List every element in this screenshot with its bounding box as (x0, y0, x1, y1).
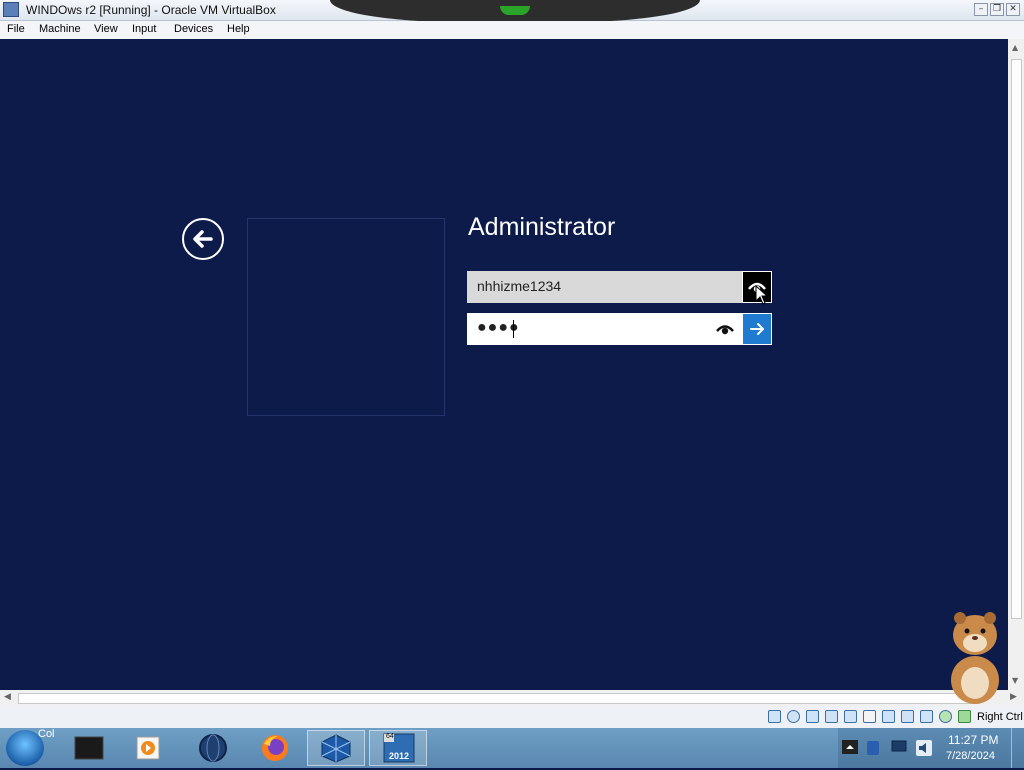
badge-64: 64 (386, 733, 394, 740)
mouse-integration-status-icon[interactable] (939, 710, 952, 723)
taskbar: Col 64 2012 11:27 PM 7/28/2024 (0, 728, 1024, 768)
scroll-left-icon[interactable]: ◀ (4, 692, 11, 702)
window-titlebar: WINDOws r2 [Running] - Oracle VM Virtual… (0, 0, 1024, 22)
menu-view[interactable]: View (94, 23, 118, 35)
display-status-icon[interactable] (882, 710, 895, 723)
horizontal-scroll-thumb[interactable] (18, 693, 980, 704)
vm-screen[interactable] (0, 39, 1008, 690)
firefox-icon (262, 735, 288, 761)
hard-disk-status-icon[interactable] (768, 710, 781, 723)
back-arrow-icon (193, 230, 213, 248)
keyboard-status-icon[interactable] (958, 710, 971, 723)
optical-drive-status-icon[interactable] (787, 710, 800, 723)
recording-status-icon[interactable] (901, 710, 914, 723)
username-field-value: nhhizme1234 (477, 278, 562, 294)
audio-status-icon[interactable] (806, 710, 819, 723)
vertical-scroll-thumb[interactable] (1011, 59, 1022, 619)
taskbar-item-firefox[interactable] (246, 730, 304, 766)
eye-icon (716, 325, 734, 335)
window-title: WINDOws r2 [Running] - Oracle VM Virtual… (26, 3, 276, 17)
hamster-sticker-image (951, 612, 999, 704)
restore-icon: ❐ (992, 4, 1002, 14)
system-tray: 11:27 PM 7/28/2024 (838, 728, 1024, 768)
status-led-icon (500, 6, 530, 15)
arrow-right-icon (750, 323, 764, 335)
horizontal-scrollbar[interactable]: ◀ ▶ (0, 690, 1024, 706)
scroll-up-icon[interactable]: ▲ (1012, 43, 1018, 52)
minimize-icon: – (978, 4, 984, 14)
badge-2012: 2012 (389, 751, 410, 761)
vm-statusbar: Right Ctrl (0, 706, 1024, 728)
back-button[interactable] (182, 218, 224, 260)
scroll-down-icon[interactable]: ▼ (1012, 676, 1018, 685)
host-key-label: Right Ctrl (977, 711, 1023, 723)
virtualbox-app-icon (3, 2, 19, 17)
menu-input[interactable]: Input (132, 23, 156, 35)
network-status-icon[interactable] (825, 710, 838, 723)
reveal-password-button[interactable] (710, 313, 740, 345)
volume-tray-icon[interactable] (914, 738, 934, 758)
taskbar-item-virtualbox[interactable] (307, 730, 365, 766)
show-desktop-button[interactable] (1011, 728, 1024, 768)
browser-globe-icon (199, 734, 227, 762)
close-button[interactable]: ✕ (1006, 3, 1020, 16)
submit-button[interactable] (742, 313, 772, 345)
minimize-button[interactable]: – (974, 3, 988, 16)
taskbar-item-globe[interactable] (184, 730, 242, 766)
media-player-icon (136, 736, 160, 760)
restore-button[interactable]: ❐ (990, 3, 1004, 16)
taskbar-item-windows-2012[interactable]: 64 2012 (369, 730, 427, 766)
terminal-icon (74, 736, 104, 760)
virtualbox-icon (321, 734, 351, 763)
taskbar-item-media-player[interactable] (120, 730, 178, 766)
usb-status-icon[interactable] (844, 710, 857, 723)
username-field[interactable]: nhhizme1234 (467, 271, 772, 303)
menu-machine[interactable]: Machine (39, 23, 81, 35)
tray-app-icon[interactable] (866, 740, 880, 756)
shared-folders-status-icon[interactable] (863, 710, 876, 723)
cpu-status-icon[interactable] (920, 710, 933, 723)
mouse-cursor-icon (755, 285, 769, 305)
start-label: Col (38, 728, 55, 740)
titlebar-notch (330, 0, 700, 22)
scroll-right-icon[interactable]: ▶ (1010, 692, 1017, 702)
vertical-scrollbar[interactable]: ▲ ▼ (1008, 39, 1024, 690)
menu-file[interactable]: File (7, 23, 25, 35)
user-avatar-placeholder (247, 218, 445, 416)
text-caret (513, 320, 514, 338)
taskbar-item-terminal[interactable] (60, 730, 118, 766)
menubar: File Machine View Input Devices Help (0, 21, 1024, 39)
network-tray-icon[interactable] (890, 738, 910, 756)
username-heading: Administrator (468, 213, 616, 241)
clock-date[interactable]: 7/28/2024 (946, 750, 995, 762)
menu-devices[interactable]: Devices (174, 23, 213, 35)
password-field[interactable]: ●●●● (467, 313, 772, 345)
clock-time[interactable]: 11:27 PM (948, 733, 998, 747)
close-icon: ✕ (1009, 4, 1017, 14)
menu-help[interactable]: Help (227, 23, 250, 35)
show-hidden-icons-icon[interactable] (842, 740, 858, 754)
